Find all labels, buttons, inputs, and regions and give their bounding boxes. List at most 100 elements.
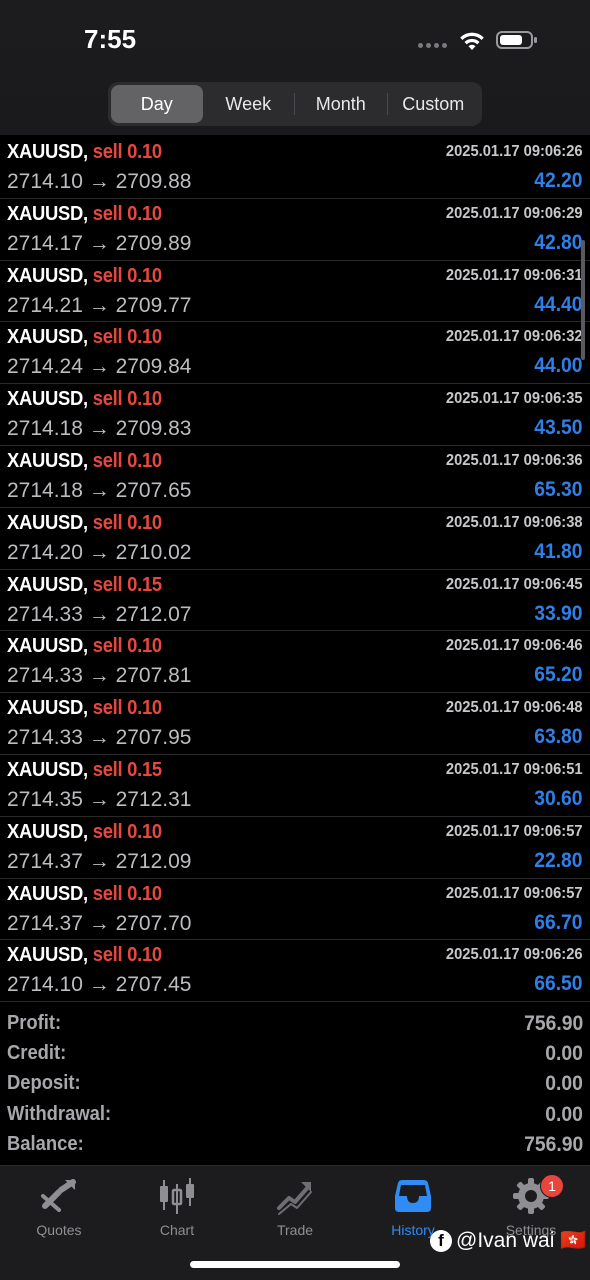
trade-profit: 65.20 bbox=[534, 663, 583, 687]
trade-time: 2025.01.17 09:06:57 bbox=[446, 884, 583, 902]
top-header: 7:55 Day Week Month Custom bbox=[0, 0, 590, 135]
trade-prices: 2714.10 → 2707.45 bbox=[7, 973, 192, 997]
trade-history-list: XAUUSD, sell 0.10 2025.01.17 09:06:26 27… bbox=[0, 137, 590, 1003]
trade-row[interactable]: XAUUSD, sell 0.10 2025.01.17 09:06:26 27… bbox=[0, 137, 590, 199]
trade-side: sell 0.10 bbox=[92, 944, 162, 967]
trade-profit: 22.80 bbox=[534, 848, 583, 872]
period-segmented-control: Day Week Month Custom bbox=[108, 82, 482, 126]
trade-prices: 2714.20 → 2710.02 bbox=[7, 540, 192, 564]
trade-symbol: XAUUSD, sell 0.15 bbox=[7, 573, 162, 596]
trade-time: 2025.01.17 09:06:48 bbox=[446, 699, 583, 717]
trade-prices: 2714.33 → 2707.95 bbox=[7, 726, 192, 750]
trade-symbol: XAUUSD, sell 0.15 bbox=[7, 758, 162, 781]
inbox-tray-icon bbox=[395, 1180, 431, 1212]
trade-row[interactable]: XAUUSD, sell 0.10 2025.01.17 09:06:57 27… bbox=[0, 879, 590, 941]
summary-row-credit: Credit: 0.00 bbox=[0, 1040, 590, 1070]
home-indicator[interactable] bbox=[190, 1261, 400, 1268]
facebook-icon: f bbox=[430, 1230, 452, 1252]
trade-symbol: XAUUSD, sell 0.10 bbox=[7, 944, 162, 967]
trade-prices: 2714.17 → 2709.89 bbox=[7, 231, 192, 255]
trade-prices: 2714.18 → 2707.65 bbox=[7, 478, 192, 502]
scrollbar[interactable] bbox=[581, 240, 585, 360]
trade-symbol: XAUUSD, sell 0.10 bbox=[7, 449, 162, 472]
trade-row[interactable]: XAUUSD, sell 0.10 2025.01.17 09:06:35 27… bbox=[0, 384, 590, 446]
trade-time: 2025.01.17 09:06:38 bbox=[446, 513, 583, 531]
summary-value: 756.90 bbox=[523, 1132, 583, 1156]
trade-profit: 30.60 bbox=[534, 786, 583, 810]
trade-symbol: XAUUSD, sell 0.10 bbox=[7, 511, 162, 534]
period-tab-week[interactable]: Week bbox=[203, 85, 295, 123]
trade-profit: 44.00 bbox=[534, 354, 583, 378]
trade-row[interactable]: XAUUSD, sell 0.10 2025.01.17 09:06:26 27… bbox=[0, 940, 590, 1003]
trade-side: sell 0.15 bbox=[92, 758, 162, 781]
trade-side: sell 0.10 bbox=[92, 449, 162, 472]
trade-row[interactable]: XAUUSD, sell 0.10 2025.01.17 09:06:57 27… bbox=[0, 817, 590, 879]
trade-time: 2025.01.17 09:06:36 bbox=[446, 451, 583, 469]
tab-label: Trade bbox=[276, 1222, 314, 1238]
trade-profit: 42.80 bbox=[534, 230, 583, 254]
trade-side: sell 0.15 bbox=[92, 573, 162, 596]
trade-side: sell 0.10 bbox=[92, 882, 162, 905]
trade-row[interactable]: XAUUSD, sell 0.10 2025.01.17 09:06:31 27… bbox=[0, 261, 590, 323]
trade-symbol: XAUUSD, sell 0.10 bbox=[7, 202, 162, 225]
trade-row[interactable]: XAUUSD, sell 0.10 2025.01.17 09:06:46 27… bbox=[0, 631, 590, 694]
summary-value: 0.00 bbox=[545, 1102, 583, 1126]
trade-side: sell 0.10 bbox=[92, 388, 162, 411]
trade-side: sell 0.10 bbox=[92, 511, 162, 534]
trade-time: 2025.01.17 09:06:46 bbox=[446, 637, 583, 655]
summary-label: Withdrawal: bbox=[7, 1102, 112, 1125]
trade-prices: 2714.33 → 2712.07 bbox=[7, 602, 192, 626]
trade-prices: 2714.18 → 2709.83 bbox=[7, 417, 192, 441]
trade-symbol: XAUUSD, sell 0.10 bbox=[7, 882, 162, 905]
watermark-text: @Ivan wai 🇭🇰 bbox=[456, 1229, 587, 1252]
summary-row-profit: Profit: 756.90 bbox=[0, 1010, 590, 1040]
period-tab-custom[interactable]: Custom bbox=[388, 85, 480, 123]
trade-prices: 2714.33 → 2707.81 bbox=[7, 664, 192, 688]
tab-chart[interactable]: Chart bbox=[118, 1174, 236, 1240]
trade-symbol: XAUUSD, sell 0.10 bbox=[7, 326, 162, 349]
trade-side: sell 0.10 bbox=[92, 141, 162, 163]
summary-label: Credit: bbox=[7, 1042, 67, 1065]
trade-profit: 33.90 bbox=[534, 601, 583, 625]
trade-side: sell 0.10 bbox=[92, 202, 162, 225]
trade-symbol: XAUUSD, sell 0.10 bbox=[7, 388, 162, 411]
summary-row-deposit: Deposit: 0.00 bbox=[0, 1070, 590, 1100]
tab-quotes[interactable]: Quotes bbox=[0, 1174, 118, 1240]
trade-time: 2025.01.17 09:06:35 bbox=[446, 390, 583, 408]
tab-trade[interactable]: Trade bbox=[236, 1174, 354, 1240]
period-tab-day[interactable]: Day bbox=[111, 85, 203, 123]
trade-prices: 2714.37 → 2712.09 bbox=[7, 849, 192, 873]
trade-time: 2025.01.17 09:06:57 bbox=[446, 822, 583, 840]
trade-row[interactable]: XAUUSD, sell 0.15 2025.01.17 09:06:45 27… bbox=[0, 570, 590, 632]
candlestick-chart-icon bbox=[160, 1178, 194, 1214]
trade-profit: 44.40 bbox=[534, 292, 583, 316]
wifi-icon bbox=[460, 32, 484, 50]
summary-value: 0.00 bbox=[545, 1072, 583, 1096]
trade-row[interactable]: XAUUSD, sell 0.15 2025.01.17 09:06:51 27… bbox=[0, 755, 590, 817]
trade-row[interactable]: XAUUSD, sell 0.10 2025.01.17 09:06:29 27… bbox=[0, 199, 590, 261]
trade-side: sell 0.10 bbox=[92, 635, 162, 658]
trade-symbol: XAUUSD, sell 0.10 bbox=[7, 141, 162, 163]
trade-profit: 41.80 bbox=[534, 539, 583, 563]
tab-label: Quotes bbox=[36, 1222, 82, 1238]
summary-label: Profit: bbox=[7, 1012, 62, 1034]
summary-row-withdrawal: Withdrawal: 0.00 bbox=[0, 1101, 590, 1131]
trade-symbol: XAUUSD, sell 0.10 bbox=[7, 820, 162, 843]
quotes-icon bbox=[41, 1179, 76, 1212]
summary-label: Deposit: bbox=[7, 1072, 81, 1095]
trade-trend-icon bbox=[277, 1182, 312, 1215]
trade-row[interactable]: XAUUSD, sell 0.10 2025.01.17 09:06:38 27… bbox=[0, 508, 590, 570]
trade-row[interactable]: XAUUSD, sell 0.10 2025.01.17 09:06:32 27… bbox=[0, 322, 590, 385]
trade-profit: 43.50 bbox=[534, 416, 583, 440]
trade-row[interactable]: XAUUSD, sell 0.10 2025.01.17 09:06:48 27… bbox=[0, 693, 590, 755]
trade-time: 2025.01.17 09:06:32 bbox=[446, 328, 583, 346]
watermark: f @Ivan wai 🇭🇰 bbox=[430, 1229, 586, 1253]
trade-side: sell 0.10 bbox=[92, 697, 162, 720]
notification-badge: 1 bbox=[540, 1174, 564, 1198]
trade-prices: 2714.21 → 2709.77 bbox=[7, 293, 192, 317]
trade-row[interactable]: XAUUSD, sell 0.10 2025.01.17 09:06:36 27… bbox=[0, 446, 590, 508]
period-tab-month[interactable]: Month bbox=[295, 85, 387, 123]
tab-label: Chart bbox=[159, 1222, 195, 1238]
trade-profit: 65.30 bbox=[534, 477, 583, 501]
trade-prices: 2714.10 → 2709.88 bbox=[7, 170, 192, 193]
